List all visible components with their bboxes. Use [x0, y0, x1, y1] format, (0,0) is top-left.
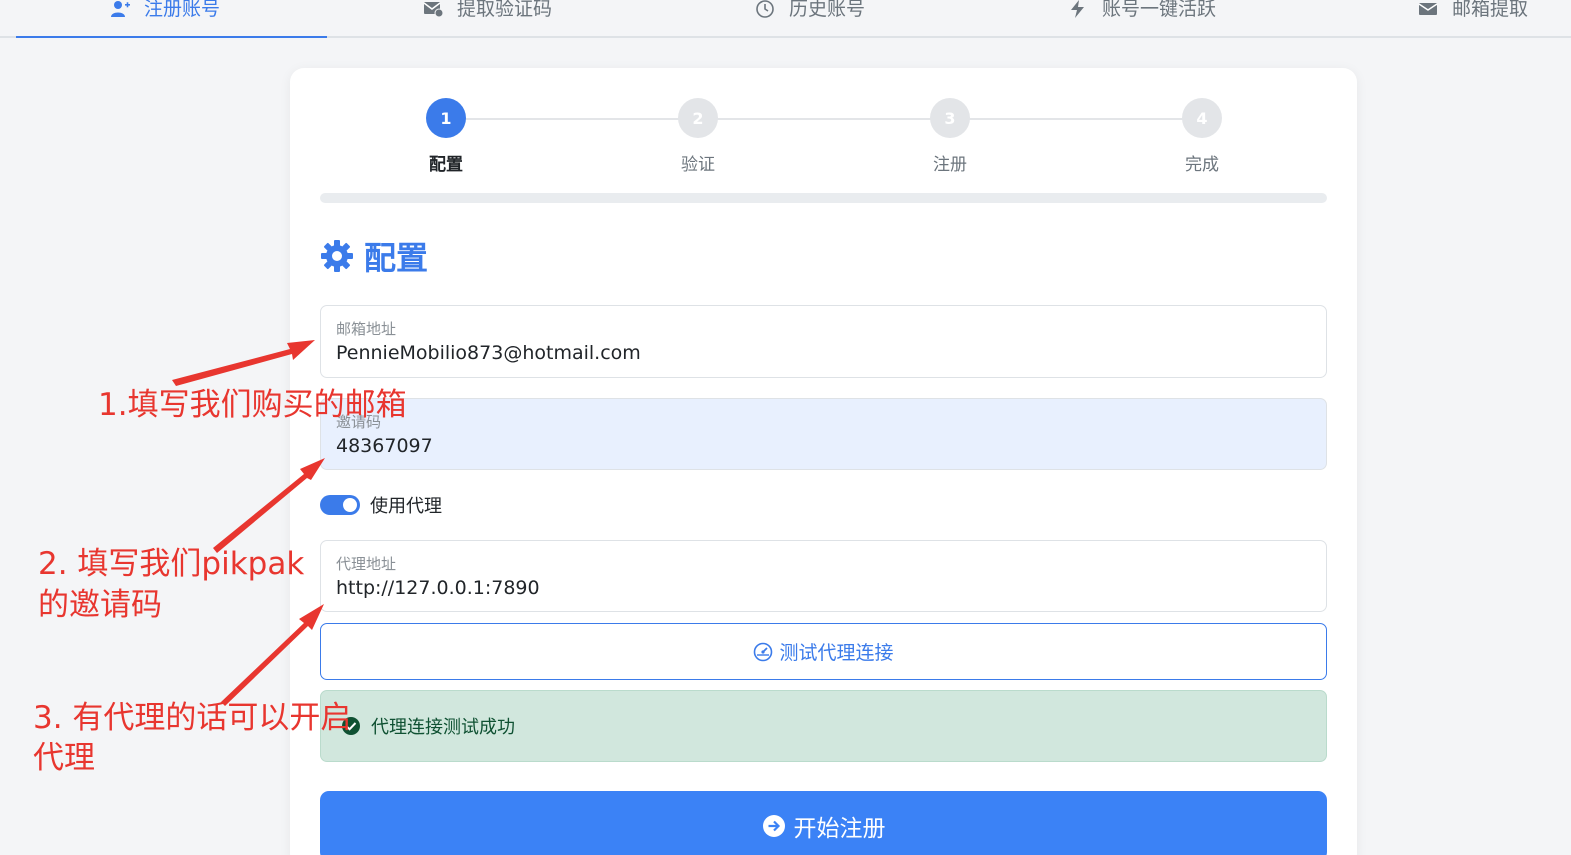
tab-label: 注册账号 [144, 0, 221, 20]
annotation-step1: 1.填写我们购买的邮箱 [98, 387, 407, 423]
annotation-step3-line1: 3. 有代理的话可以开启 [33, 700, 352, 736]
step-verify: 2 验证 [658, 98, 738, 175]
clock-icon [756, 0, 774, 18]
step-label: 配置 [429, 155, 463, 175]
step-label: 完成 [1185, 155, 1219, 175]
use-proxy-label: 使用代理 [370, 496, 442, 517]
tab-history[interactable]: 历史账号 [755, 0, 865, 38]
start-register-button[interactable]: 开始注册 [320, 791, 1327, 855]
tab-label: 提取验证码 [457, 0, 553, 20]
test-proxy-label: 测试代理连接 [779, 642, 894, 664]
step-register: 3 注册 [910, 98, 990, 175]
tab-label: 邮箱提取 [1452, 0, 1529, 20]
step-number: 3 [930, 98, 970, 138]
progress-bar [320, 193, 1327, 203]
arrow-right-circle-icon [762, 815, 785, 837]
tab-fetch-code[interactable]: 提取验证码 [423, 0, 552, 38]
invite-code-field[interactable]: 邀请码 48367097 [320, 398, 1327, 470]
stepper: 1 配置 2 验证 3 注册 4 完成 [290, 68, 1357, 208]
user-plus-icon [111, 1, 130, 17]
top-tab-bar: 注册账号 提取验证码 历史账号 账号一键活跃 邮箱提取 [0, 0, 1571, 38]
step-label: 验证 [681, 155, 715, 175]
step-number: 4 [1182, 98, 1222, 138]
envelope-check-icon [423, 2, 443, 18]
gear-icon [321, 240, 353, 272]
step-number: 2 [678, 98, 718, 138]
use-proxy-row: 使用代理 [320, 493, 442, 517]
test-proxy-button[interactable]: 测试代理连接 [320, 623, 1327, 680]
step-config: 1 配置 [406, 98, 486, 175]
annotation-step2-line1: 2. 填写我们pikpak [38, 546, 305, 582]
stepper-line [446, 118, 1202, 120]
step-done: 4 完成 [1162, 98, 1242, 175]
bolt-icon [1071, 0, 1084, 18]
section-heading: 配置 [320, 236, 429, 277]
annotation-step2-line2: 的邀请码 [38, 587, 162, 623]
tab-activate[interactable]: 账号一键活跃 [1068, 0, 1216, 38]
active-tab-indicator [16, 36, 327, 38]
proxy-address-field[interactable]: 代理地址 http://127.0.0.1:7890 [320, 540, 1327, 612]
section-title-text: 配置 [364, 239, 429, 277]
step-label: 注册 [933, 155, 967, 175]
alert-text: 代理连接测试成功 [371, 717, 515, 738]
invite-code-value[interactable]: 48367097 [336, 435, 433, 457]
tab-register[interactable]: 注册账号 [110, 0, 220, 38]
email-field[interactable]: 邮箱地址 PennieMobilio873@hotmail.com [320, 305, 1327, 378]
email-value[interactable]: PennieMobilio873@hotmail.com [336, 342, 641, 364]
annotation-step3-line2: 代理 [33, 740, 95, 776]
tab-label: 历史账号 [789, 0, 866, 20]
proxy-address-value[interactable]: http://127.0.0.1:7890 [336, 577, 540, 599]
tab-label: 账号一键活跃 [1102, 0, 1217, 20]
envelope-icon [1418, 3, 1438, 15]
start-register-label: 开始注册 [793, 816, 886, 842]
use-proxy-toggle[interactable] [320, 495, 360, 515]
proxy-success-alert: 代理连接测试成功 [320, 690, 1327, 762]
email-label: 邮箱地址 [336, 320, 397, 338]
register-card: 1 配置 2 验证 3 注册 4 完成 配置 邮箱地址 PennieMobili… [290, 68, 1357, 855]
tab-mail-extract[interactable]: 邮箱提取 [1418, 0, 1528, 38]
proxy-address-label: 代理地址 [336, 555, 397, 573]
step-number: 1 [426, 98, 466, 138]
speedometer-icon [754, 642, 773, 661]
